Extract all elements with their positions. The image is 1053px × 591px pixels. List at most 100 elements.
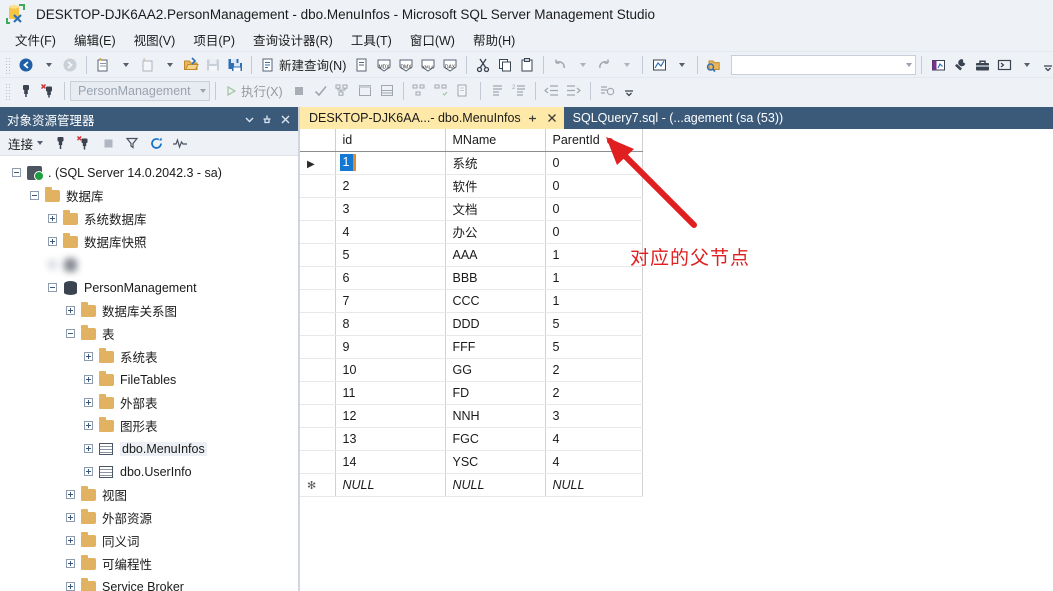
table-row[interactable]: 13 FGC 4 xyxy=(300,427,643,451)
expand-icon[interactable] xyxy=(62,579,78,591)
disconnect-icon[interactable] xyxy=(73,133,95,154)
id-cell[interactable]: 12 xyxy=(335,404,446,428)
parentid-cell[interactable]: 0 xyxy=(545,220,643,244)
tree-node-server[interactable]: . (SQL Server 14.0.2042.3 - sa) xyxy=(0,161,298,184)
table-row[interactable]: 6 BBB 1 xyxy=(300,266,643,290)
execute-button[interactable]: 执行(X) xyxy=(221,80,288,102)
chevron-down-icon[interactable] xyxy=(200,88,206,93)
tree-node-external-tables[interactable]: 外部表 xyxy=(0,391,298,414)
display-estimated-plan-icon[interactable] xyxy=(332,80,354,102)
mname-cell[interactable]: BBB xyxy=(445,266,546,290)
new-item-dropdown[interactable] xyxy=(158,54,180,76)
tree-node-synonyms[interactable]: 同义词 xyxy=(0,529,298,552)
parentid-cell[interactable]: 0 xyxy=(545,151,643,175)
row-indicator-cell[interactable] xyxy=(300,404,336,428)
close-icon[interactable] xyxy=(276,110,294,128)
row-indicator-cell[interactable] xyxy=(300,358,336,382)
table-row[interactable]: 9 FFF 5 xyxy=(300,335,643,359)
table-row[interactable]: 4 办公 0 xyxy=(300,220,643,244)
tree-node-tables[interactable]: 表 xyxy=(0,322,298,345)
tree-node-graph-tables[interactable]: 图形表 xyxy=(0,414,298,437)
analysis-icon[interactable] xyxy=(927,54,949,76)
redo-icon[interactable] xyxy=(593,54,615,76)
increase-indent-icon[interactable] xyxy=(563,80,585,102)
connect-dropdown-button[interactable]: 连接 xyxy=(6,132,47,155)
undo-icon[interactable] xyxy=(549,54,571,76)
menu-tools[interactable]: 工具(T) xyxy=(342,28,401,51)
parentid-cell[interactable]: 3 xyxy=(545,404,643,428)
table-row[interactable]: 7 CCC 1 xyxy=(300,289,643,313)
results-to-text-icon[interactable] xyxy=(409,80,431,102)
include-client-statistics-icon[interactable] xyxy=(376,80,398,102)
paste-icon[interactable] xyxy=(516,54,538,76)
mname-cell[interactable]: 软件 xyxy=(445,174,546,198)
expand-icon[interactable] xyxy=(80,372,96,388)
tree-node-databases[interactable]: 数据库 xyxy=(0,184,298,207)
collapse-icon[interactable] xyxy=(8,165,24,181)
id-cell[interactable]: 2 xyxy=(335,174,446,198)
table-row[interactable]: 10 GG 2 xyxy=(300,358,643,382)
expand-icon[interactable] xyxy=(80,441,96,457)
new-database-engine-query-icon[interactable] xyxy=(351,54,373,76)
toolbar-grip[interactable] xyxy=(5,55,12,74)
refresh-icon[interactable] xyxy=(145,133,167,154)
tree-node-filetables[interactable]: FileTables xyxy=(0,368,298,391)
id-cell[interactable]: 8 xyxy=(335,312,446,336)
expand-icon[interactable] xyxy=(62,533,78,549)
tree-node-redacted-database[interactable] xyxy=(0,253,298,276)
find-in-files-icon[interactable] xyxy=(703,54,725,76)
activity-monitor-icon[interactable] xyxy=(169,133,191,154)
mname-cell[interactable]: 系统 xyxy=(445,151,546,175)
mname-cell[interactable]: 办公 xyxy=(445,220,546,244)
expand-icon[interactable] xyxy=(80,349,96,365)
uncomment-icon[interactable]: 2 xyxy=(508,80,530,102)
id-cell[interactable]: 5 xyxy=(335,243,446,267)
id-cell[interactable]: 14 xyxy=(335,450,446,474)
new-project-icon[interactable] xyxy=(92,54,114,76)
parentid-cell[interactable]: 4 xyxy=(545,450,643,474)
parentid-cell[interactable]: 0 xyxy=(545,197,643,221)
menu-file[interactable]: 文件(F) xyxy=(6,28,65,51)
id-cell[interactable]: 11 xyxy=(335,381,446,405)
row-indicator-cell[interactable] xyxy=(300,335,336,359)
menu-project[interactable]: 项目(P) xyxy=(184,28,244,51)
row-indicator-cell[interactable] xyxy=(300,289,336,313)
close-icon[interactable] xyxy=(545,111,559,125)
parentid-cell[interactable]: 1 xyxy=(545,289,643,313)
save-all-icon[interactable] xyxy=(224,54,246,76)
row-indicator-cell[interactable] xyxy=(300,197,336,221)
menu-window[interactable]: 窗口(W) xyxy=(401,28,464,51)
id-cell[interactable]: 7 xyxy=(335,289,446,313)
id-cell[interactable]: 3 xyxy=(335,197,446,221)
parentid-cell[interactable]: 2 xyxy=(545,381,643,405)
row-indicator-cell[interactable] xyxy=(300,450,336,474)
comment-icon[interactable] xyxy=(486,80,508,102)
stop-icon[interactable] xyxy=(288,80,310,102)
table-row[interactable]: 12 NNH 3 xyxy=(300,404,643,428)
new-project-dropdown[interactable] xyxy=(114,54,136,76)
save-icon[interactable] xyxy=(202,54,224,76)
column-header-parentid[interactable]: ParentId xyxy=(545,129,643,152)
id-cell[interactable]: 10 xyxy=(335,358,446,382)
parentid-cell[interactable]: 1 xyxy=(545,266,643,290)
navigate-back-dropdown[interactable] xyxy=(37,54,59,76)
connect-object-explorer-icon[interactable] xyxy=(49,133,71,154)
row-indicator-cell[interactable] xyxy=(300,220,336,244)
expand-icon[interactable] xyxy=(62,487,78,503)
parentid-cell[interactable]: 5 xyxy=(545,335,643,359)
table-row[interactable]: 3 文档 0 xyxy=(300,197,643,221)
new-xmla-query-icon[interactable]: XMLA xyxy=(417,54,439,76)
menu-help[interactable]: 帮助(H) xyxy=(464,28,524,51)
parse-icon[interactable] xyxy=(310,80,332,102)
expand-icon[interactable] xyxy=(62,303,78,319)
collapse-icon[interactable] xyxy=(44,280,60,296)
table-row[interactable]: 8 DDD 5 xyxy=(300,312,643,336)
chevron-down-icon[interactable] xyxy=(37,141,44,145)
table-row[interactable]: ✻ NULL NULL NULL xyxy=(300,473,643,497)
collapse-icon[interactable] xyxy=(62,326,78,342)
mname-cell[interactable]: YSC xyxy=(445,450,546,474)
specify-values-icon[interactable] xyxy=(596,80,618,102)
tree-node-personmanagement[interactable]: PersonManagement xyxy=(0,276,298,299)
toolbox-icon[interactable] xyxy=(971,54,993,76)
tree-node-database-diagrams[interactable]: 数据库关系图 xyxy=(0,299,298,322)
